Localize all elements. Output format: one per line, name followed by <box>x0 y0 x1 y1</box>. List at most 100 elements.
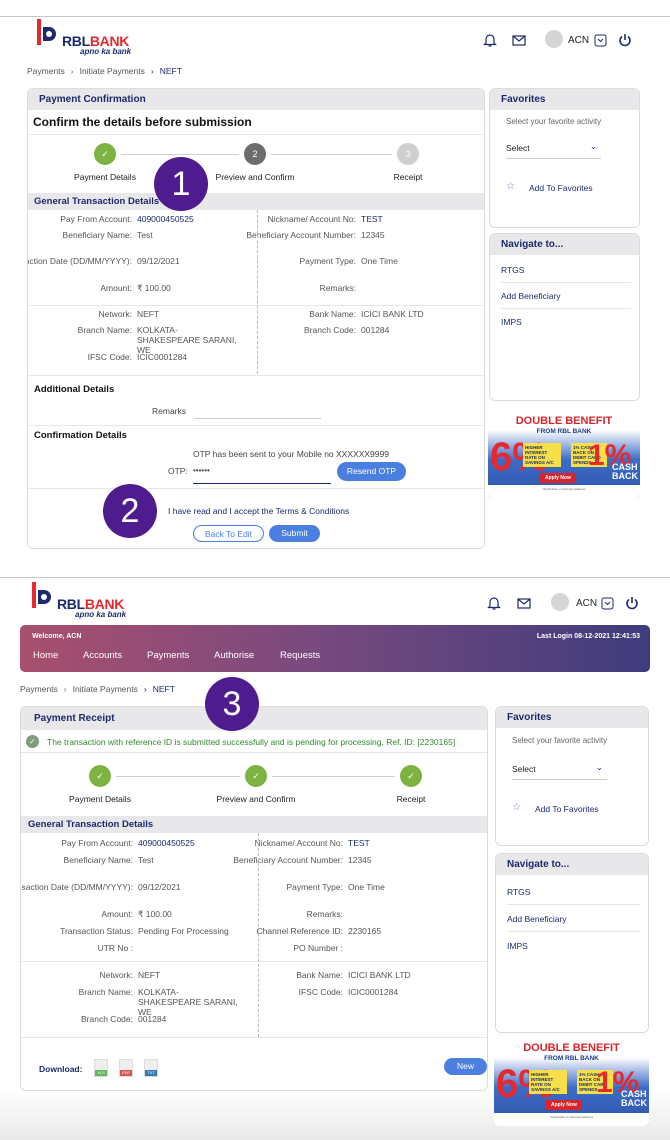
right-label: IFSC Code: <box>298 987 343 997</box>
power-icon[interactable] <box>617 32 633 48</box>
crumb-initiate-payments[interactable]: Initiate Payments <box>80 66 145 76</box>
right-label: Channel Reference ID: <box>256 926 343 936</box>
nav-add-beneficiary[interactable]: Add Beneficiary <box>507 914 567 924</box>
step-3-label: Receipt <box>393 172 423 182</box>
user-name[interactable]: ACN <box>576 598 597 609</box>
right-value: 001284 <box>361 325 390 335</box>
crumb-neft: NEFT <box>152 684 175 694</box>
nav-imps[interactable]: IMPS <box>501 317 522 327</box>
crumb-initiate-payments[interactable]: Initiate Payments <box>73 684 138 694</box>
section-title: General Transaction Details <box>21 816 487 833</box>
favorites-hint: Select your favorite activity <box>506 117 602 126</box>
step-2-indicator: ✓ <box>245 765 267 787</box>
navigate-title: Navigate to... <box>496 854 648 875</box>
section-title: General Transaction Details <box>28 193 484 210</box>
nav-imps[interactable]: IMPS <box>507 941 528 951</box>
bell-icon[interactable] <box>482 32 498 48</box>
left-label: Branch Name: <box>78 987 133 997</box>
nav-payments[interactable]: Payments <box>147 650 189 661</box>
annotation-badge-2: 2 <box>103 484 157 538</box>
column-divider <box>258 833 259 1037</box>
crumb-payments[interactable]: Payments <box>20 684 58 694</box>
submit-button[interactable]: Submit <box>269 525 320 542</box>
promo-banner[interactable]: DOUBLE BENEFIT FROM RBL BANK 6% HIGHER IN… <box>494 1040 649 1126</box>
step-connector <box>272 776 395 777</box>
resend-otp-button[interactable]: Resend OTP <box>337 462 406 481</box>
star-icon: ☆ <box>506 181 515 192</box>
left-label: IFSC Code: <box>87 352 132 362</box>
right-label: Payment Type: <box>299 256 356 266</box>
right-label: PO Number : <box>293 943 343 953</box>
divider <box>0 577 670 578</box>
step-2-label: Preview and Confirm <box>215 172 295 182</box>
chevron-down-icon[interactable] <box>594 34 607 47</box>
step-connector <box>116 776 240 777</box>
step-connector <box>121 154 239 155</box>
step-2-indicator: 2 <box>244 143 266 165</box>
right-label: Beneficiary Account Number: <box>246 230 356 240</box>
pdf-download-icon[interactable]: PDF <box>119 1059 133 1077</box>
mail-icon[interactable] <box>516 595 532 611</box>
chevron-down-icon: ⌄ <box>589 141 597 151</box>
step-3-label: Receipt <box>396 794 426 804</box>
step-1-indicator: ✓ <box>89 765 111 787</box>
favorites-panel: Favorites Select your favorite activity … <box>489 88 640 228</box>
otp-input[interactable]: •••••• <box>193 462 331 484</box>
nav-add-beneficiary[interactable]: Add Beneficiary <box>501 291 561 301</box>
chevron-down-icon[interactable] <box>601 597 614 610</box>
payment-receipt-card: Payment Receipt ✓ The transaction with r… <box>20 706 488 1091</box>
breadcrumb: Payments › Initiate Payments › NEFT <box>27 66 182 76</box>
xls-download-icon[interactable]: XLS <box>94 1059 108 1077</box>
nav-rtgs[interactable]: RTGS <box>507 887 530 897</box>
right-value: 12345 <box>361 230 385 240</box>
otp-label: OTP: <box>168 466 188 476</box>
left-value: ₹ 100.00 <box>137 283 171 293</box>
left-value: KOLKATA-SHAKESPEARE SARANI, WE <box>137 325 237 355</box>
brand-tagline: apno ka bank <box>80 47 132 56</box>
new-button[interactable]: New <box>444 1058 487 1075</box>
right-label: Payment Type: <box>286 882 343 892</box>
nav-home[interactable]: Home <box>33 650 58 661</box>
remarks-input[interactable] <box>194 418 321 419</box>
page-title: Confirm the details before submission <box>33 115 252 129</box>
add-to-favorites-link[interactable]: Add To Favorites <box>529 183 593 193</box>
right-label: Beneficiary Account Number: <box>233 855 343 865</box>
right-label: Bank Name: <box>309 309 356 319</box>
terms-link[interactable]: I have read and I accept the Terms & Con… <box>168 506 349 516</box>
step-1-label: Payment Details <box>74 172 136 182</box>
avatar[interactable] <box>551 593 569 611</box>
right-label: Remarks: <box>306 909 343 919</box>
download-label: Download: <box>39 1064 83 1074</box>
left-label: Amount: <box>100 283 132 293</box>
success-message: The transaction with reference ID is sub… <box>47 737 456 747</box>
favorites-title: Favorites <box>490 89 639 110</box>
add-to-favorites-link[interactable]: Add To Favorites <box>535 804 599 814</box>
avatar[interactable] <box>545 30 563 48</box>
breadcrumb: Payments › Initiate Payments › NEFT <box>20 684 175 694</box>
power-icon[interactable] <box>624 595 640 611</box>
favorites-select[interactable]: Select ⌄ <box>506 141 601 159</box>
right-value: TEST <box>361 214 383 224</box>
crumb-payments[interactable]: Payments <box>27 66 65 76</box>
nav-requests[interactable]: Requests <box>280 650 320 661</box>
chevron-down-icon: ⌄ <box>595 762 603 772</box>
favorites-select[interactable]: Select ⌄ <box>512 762 607 780</box>
nav-authorise[interactable]: Authorise <box>214 650 254 661</box>
left-value: 09/12/2021 <box>137 256 180 266</box>
right-label: Nickname/ Account No: <box>254 838 343 848</box>
mail-icon[interactable] <box>511 32 527 48</box>
right-value: ICICI BANK LTD <box>348 970 411 980</box>
back-to-edit-button[interactable]: Back To Edit <box>193 525 264 542</box>
promo-banner[interactable]: DOUBLE BENEFIT FROM RBL BANK 6% HIGHER IN… <box>488 413 640 498</box>
nav-accounts[interactable]: Accounts <box>83 650 122 661</box>
right-value: One Time <box>361 256 398 266</box>
left-label: Branch Code: <box>81 1014 133 1024</box>
left-value: NEFT <box>137 309 160 319</box>
right-value: ICICI BANK LTD <box>361 309 424 319</box>
payment-confirmation-card: Payment Confirmation Confirm the details… <box>27 88 485 549</box>
bell-icon[interactable] <box>486 595 502 611</box>
nav-rtgs[interactable]: RTGS <box>501 265 524 275</box>
user-name[interactable]: ACN <box>568 35 589 46</box>
txt-download-icon[interactable]: TXT <box>144 1059 158 1077</box>
right-label: Branch Code: <box>304 325 356 335</box>
